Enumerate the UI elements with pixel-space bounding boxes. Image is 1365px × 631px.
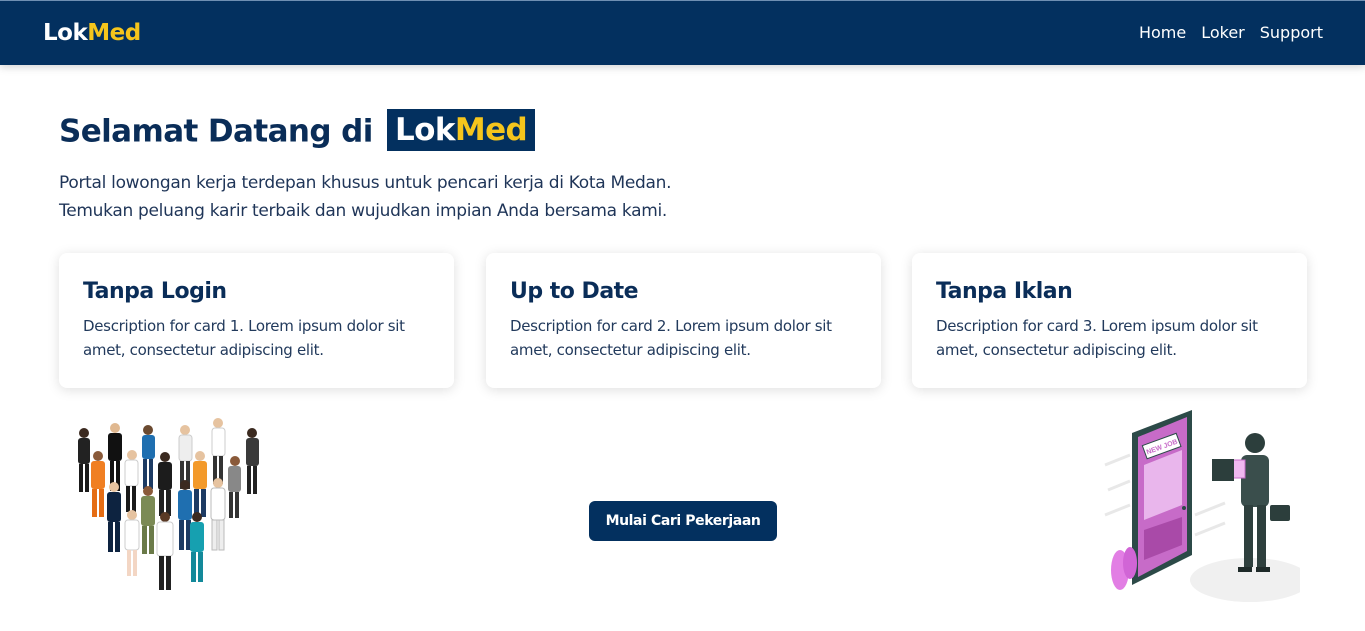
brand-logo-part2: Med <box>87 20 141 46</box>
hero-subtitle: Portal lowongan kerja terdepan khusus un… <box>59 169 672 225</box>
hero-title: Selamat Datang di LokMed <box>59 109 536 154</box>
card-description: Description for card 2. Lorem ipsum dolo… <box>510 317 832 359</box>
new-job-door-illustration: NEW JOB <box>1104 410 1300 602</box>
hero-badge-part2: Med <box>454 112 528 148</box>
card-description: Description for card 3. Lorem ipsum dolo… <box>936 317 1258 359</box>
nav-link-support[interactable]: Support <box>1260 23 1323 42</box>
find-job-button[interactable]: Mulai Cari Pekerjaan <box>589 501 777 541</box>
hero-title-prefix: Selamat Datang di <box>59 113 373 150</box>
hero-subtitle-line1: Portal lowongan kerja terdepan khusus un… <box>59 173 672 193</box>
nav-link-home[interactable]: Home <box>1139 23 1186 42</box>
navbar: LokMed Home Loker Support <box>0 0 1365 65</box>
door-frame <box>1132 410 1192 585</box>
nav-links: Home Loker Support <box>1139 23 1323 42</box>
feature-card-2: Up to Date Description for card 2. Lorem… <box>486 253 881 388</box>
feature-card-1: Tanpa Login Description for card 1. Lore… <box>59 253 454 388</box>
hero-badge-part1: Lok <box>395 112 455 148</box>
card-title: Tanpa Login <box>83 279 227 304</box>
card-description: Description for card 1. Lorem ipsum dolo… <box>83 317 405 359</box>
brand-logo-part1: Lok <box>43 20 88 46</box>
hero-subtitle-line2: Temukan peluang karir terbaik dan wujudk… <box>59 201 667 221</box>
workers-crowd-illustration <box>78 418 259 590</box>
card-title: Tanpa Iklan <box>936 279 1073 304</box>
nav-link-loker[interactable]: Loker <box>1201 23 1245 42</box>
feature-card-3: Tanpa Iklan Description for card 3. Lore… <box>912 253 1307 388</box>
brand-logo[interactable]: LokMed <box>43 20 141 46</box>
hero-brand-badge: LokMed <box>387 109 536 151</box>
card-title: Up to Date <box>510 279 639 304</box>
